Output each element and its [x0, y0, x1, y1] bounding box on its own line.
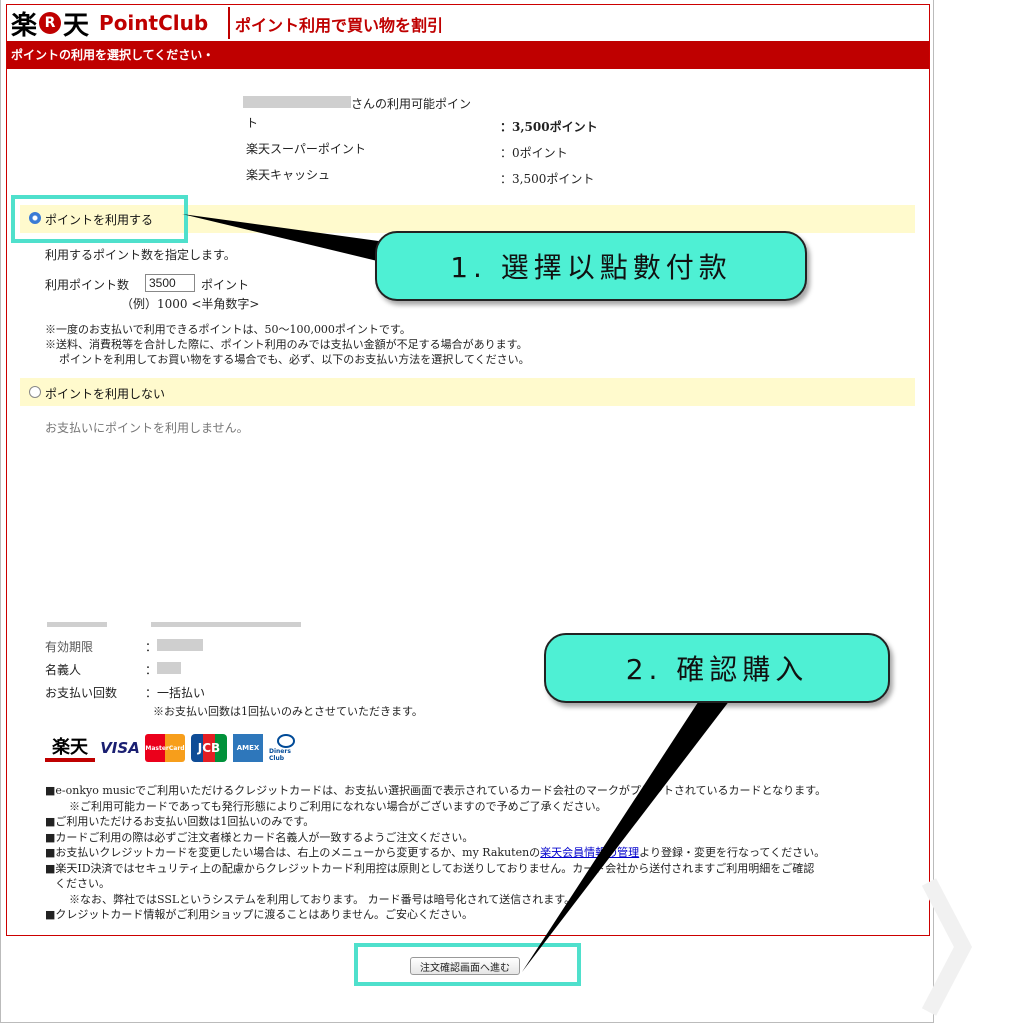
callout-step2: 2. 確認購入 — [544, 633, 890, 703]
pointer-step1 — [182, 214, 400, 264]
callout-step1: 1. 選擇以點數付款 — [375, 231, 807, 301]
pointer-step2 — [522, 690, 730, 972]
chevron-shape — [921, 878, 973, 1016]
callout-pointers — [182, 214, 730, 972]
watermark-chevron-icon — [921, 878, 973, 1016]
